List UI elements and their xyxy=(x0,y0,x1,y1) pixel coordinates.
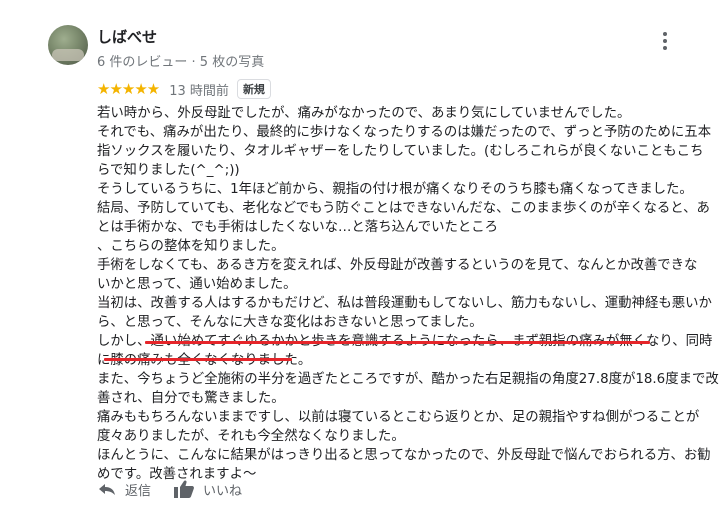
review-line: とは手術かな、でも手術はしたくないな…と落ち込んでいたところ xyxy=(97,220,499,235)
star-rating: ★★★★★ xyxy=(97,80,160,98)
review-line: 指ソックスを履いたり、タオルギャザーをしたりしていました。(むしろこれらが良くな… xyxy=(97,144,704,159)
reply-button[interactable]: 返信 xyxy=(97,480,151,499)
new-badge: 新規 xyxy=(236,79,271,99)
review-time: 13 時間前 xyxy=(169,83,229,99)
review-line: 手術をしなくても、あるき方を変えれば、外反母趾が改善するというのを見て、なんとか… xyxy=(97,258,698,273)
rating-row: ★★★★★ 13 時間前 新規 xyxy=(97,79,271,99)
review-line: 、こちらの整体を知りました。 xyxy=(97,239,285,254)
reply-label: 返信 xyxy=(125,483,152,499)
reviewer-meta: 6 件のレビュー · 5 枚の写真 xyxy=(97,55,265,70)
review-line: そうしているうちに、1年ほど前から、親指の付け根が痛くなりそのうち膝も痛くなって… xyxy=(97,182,693,197)
review-line: ほんとうに、こんなに結果がはっきり出ると思ってなかったので、外反母趾で悩んでおら… xyxy=(97,448,711,463)
like-button[interactable]: いいね xyxy=(173,479,242,499)
review-line: 痛みももちろんないままですし、以前は寝ているとこむら返りとか、足の親指やすね側が… xyxy=(97,410,700,425)
review-line: 結局、予防していても、老化などでもう防ぐことはできないんだな、このまま歩くのが辛… xyxy=(97,201,710,216)
review-line: 若い時から、外反母趾でしたが、痛みがなかったので、あまり気にしていませんでした。 xyxy=(97,106,631,121)
more-vert-icon[interactable] xyxy=(658,30,672,54)
review-line: 度々ありましたが、それも今全然なくなりました。 xyxy=(97,429,405,444)
review-line: 善され、自分でも驚きました。 xyxy=(97,391,285,406)
reply-icon xyxy=(99,484,115,495)
avatar[interactable] xyxy=(48,25,88,65)
review-line: いかと思って、通い始めました。 xyxy=(97,277,297,292)
review-line: ら、と思って、そんなに大きな変化はおきないと思ってました。 xyxy=(97,315,483,330)
review-line: らで知りました(^_^;)) xyxy=(97,163,240,178)
review-line: それでも、痛みが出たり、最終的に歩けなくなったりするのは嫌だったので、ずっと予防… xyxy=(97,125,712,140)
like-label: いいね xyxy=(203,483,243,499)
highlight-underline xyxy=(104,358,292,361)
review-line: また、今ちょうど全施術の半分を過ぎたところですが、酷かった右足親指の角度27.8… xyxy=(97,372,719,387)
review-line: 当初は、改善する人はするかもだけど、私は普段運動もしてないし、筋力もないし、運動… xyxy=(97,296,712,311)
highlight-underline xyxy=(145,341,650,344)
review-text: 若い時から、外反母趾でしたが、痛みがなかったので、あまり気にしていませんでした。… xyxy=(97,104,719,484)
reviewer-name[interactable]: しばべせ xyxy=(97,26,157,47)
thumb-up-icon xyxy=(174,480,194,498)
review-actions: 返信 いいね xyxy=(97,479,242,499)
